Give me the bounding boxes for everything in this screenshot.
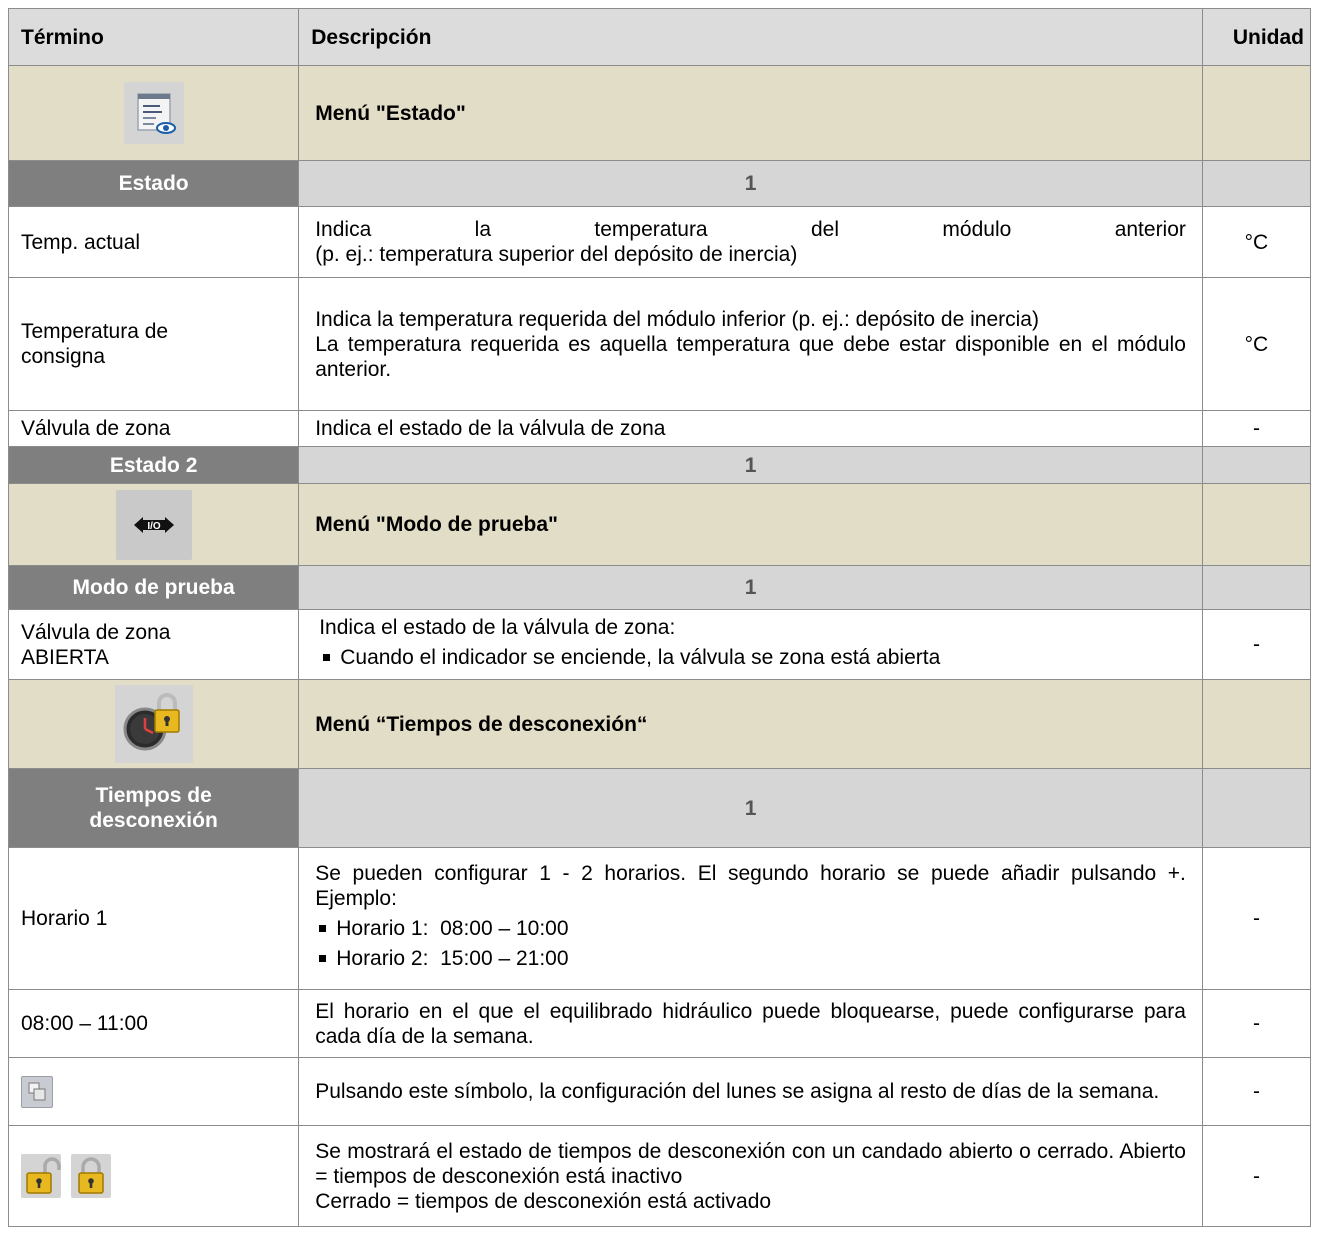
unit-cell: - — [1201, 609, 1312, 680]
unit-cell: - — [1201, 1057, 1312, 1126]
unit-cell: °C — [1201, 206, 1312, 278]
unit-cell: - — [1201, 847, 1312, 990]
list-item: Horario 1: 08:00 – 10:00 — [315, 916, 1186, 941]
table-row: Válvula de zona ABIERTA Indica el estado… — [7, 609, 1312, 680]
svg-text:I/O: I/O — [147, 521, 161, 532]
menu-row-test: I/O Menú "Modo de prueba" — [7, 483, 1312, 566]
description-cell: Indica el estado de la válvula de zona — [298, 410, 1203, 447]
section-number: 1 — [298, 565, 1203, 610]
table-row: Temperatura de consigna Indica la temper… — [7, 277, 1312, 411]
table-row: Se mostrará el estado de tiempos de desc… — [7, 1125, 1312, 1227]
term-cell — [7, 1125, 300, 1227]
table-row: Horario 1 Se pueden configurar 1 - 2 hor… — [7, 847, 1312, 990]
section-row-status-2: Estado 2 1 — [7, 446, 1312, 484]
description-cell: Indica la temperatura del módulo anterio… — [298, 206, 1203, 278]
unit-cell: - — [1201, 1125, 1312, 1227]
section-label: Estado — [7, 160, 300, 207]
section-number: 1 — [298, 768, 1203, 848]
io-arrows-icon: I/O — [115, 489, 192, 560]
term-cell: Temperatura de consigna — [7, 277, 300, 411]
term-cell: Horario 1 — [7, 847, 300, 990]
section-label: Modo de prueba — [7, 565, 300, 610]
header-unit: Unidad — [1201, 8, 1312, 66]
table-row: Pulsando este símbolo, la configuración … — [7, 1057, 1312, 1126]
section-label: Estado 2 — [7, 446, 300, 484]
menu-title-off-times: Menú “Tiempos de desconexión“ — [298, 679, 1203, 769]
description-cell: Se pueden configurar 1 - 2 horarios. El … — [298, 847, 1203, 990]
section-row-test: Modo de prueba 1 — [7, 565, 1312, 610]
term-cell: Válvula de zona — [7, 410, 300, 447]
section-row-off-times: Tiempos de desconexión 1 — [7, 768, 1312, 848]
description-cell: Indica la temperatura requerida del módu… — [298, 277, 1203, 411]
description-cell: Indica el estado de la válvula de zona: … — [298, 609, 1203, 680]
menu-row-status: Menú "Estado" — [7, 65, 1312, 161]
term-cell: 08:00 – 11:00 — [7, 989, 300, 1058]
padlock-closed-icon — [70, 1154, 111, 1198]
description-cell: Se mostrará el estado de tiempos de desc… — [298, 1125, 1203, 1227]
term-cell: Válvula de zona ABIERTA — [7, 609, 300, 680]
status-view-icon — [123, 82, 184, 144]
section-number: 1 — [298, 446, 1203, 484]
menu-title-status: Menú "Estado" — [298, 65, 1203, 161]
terms-table: Término Descripción Unidad Menú "Estado" — [7, 8, 1312, 1227]
section-row-status: Estado 1 — [7, 160, 1312, 207]
section-label: Tiempos de desconexión — [7, 768, 300, 848]
menu-title-test: Menú "Modo de prueba" — [298, 483, 1203, 566]
description-cell: Pulsando este símbolo, la configuración … — [298, 1057, 1203, 1126]
copy-icon — [21, 1075, 53, 1108]
term-cell: Temp. actual — [7, 206, 300, 278]
header-term: Término — [7, 8, 300, 66]
header-description: Descripción — [298, 8, 1203, 66]
table-row: 08:00 – 11:00 El horario en el que el eq… — [7, 989, 1312, 1058]
list-item: Cuando el indicador se enciende, la válv… — [319, 645, 1186, 670]
term-cell — [7, 1057, 300, 1126]
table-row: Válvula de zona Indica el estado de la v… — [7, 410, 1312, 447]
unit-cell: - — [1201, 410, 1312, 447]
description-cell: El horario en el que el equilibrado hidr… — [298, 989, 1203, 1058]
unit-cell: °C — [1201, 277, 1312, 411]
list-item: Horario 2: 15:00 – 21:00 — [315, 946, 1186, 971]
padlock-open-icon — [21, 1154, 61, 1198]
clock-lock-icon — [114, 685, 193, 763]
menu-row-off-times: Menú “Tiempos de desconexión“ — [7, 679, 1312, 769]
table-row: Temp. actual Indica la temperatura del m… — [7, 206, 1312, 278]
table-header-row: Término Descripción Unidad — [7, 8, 1312, 66]
section-number: 1 — [298, 160, 1203, 207]
unit-cell: - — [1201, 989, 1312, 1058]
